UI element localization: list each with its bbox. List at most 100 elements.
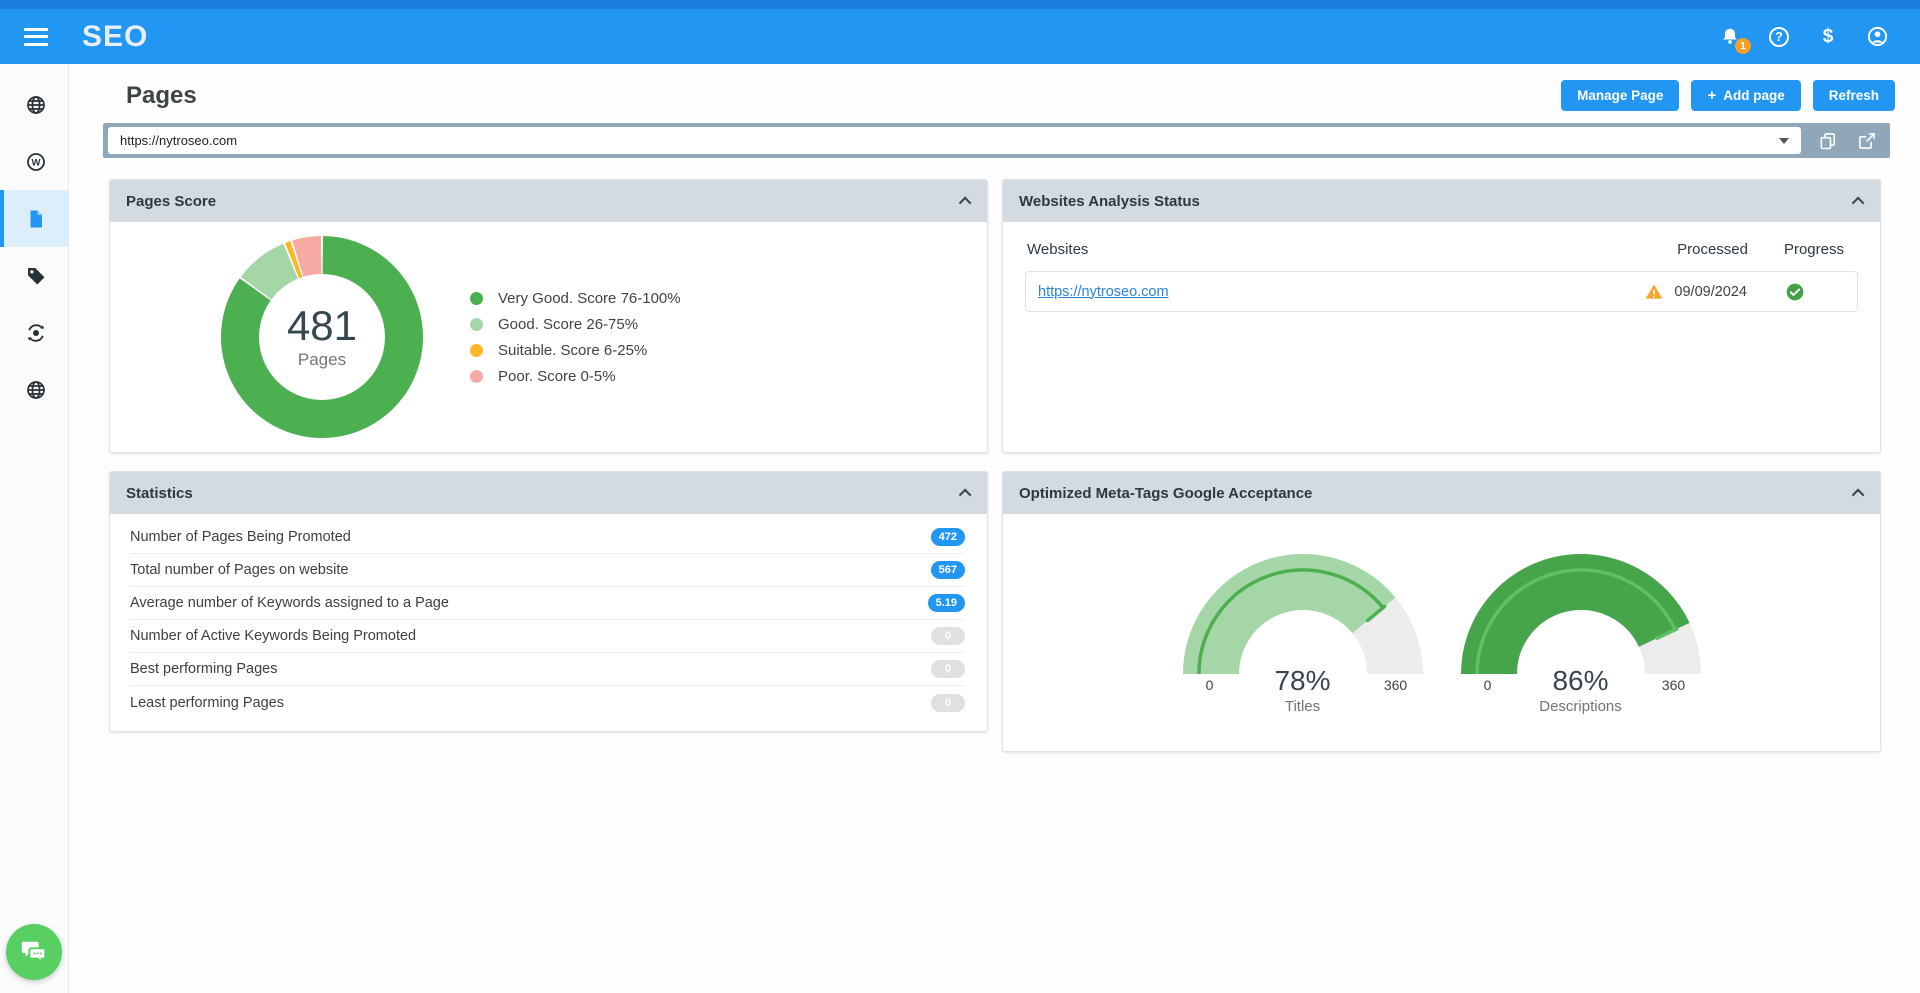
notifications-bell-icon[interactable]: 1 — [1717, 24, 1743, 50]
pages-doc-icon — [25, 208, 47, 230]
website-select-value: https://nytroseo.com — [120, 133, 1779, 148]
legend-item-good: Good. Score 26-75% — [470, 316, 681, 333]
collapse-chevron-icon[interactable] — [1852, 196, 1865, 209]
websites-status-body: Websites Processed Progress https://nytr… — [1003, 222, 1880, 452]
donut-total-label: Pages — [298, 350, 346, 370]
gauge-chart — [1173, 548, 1433, 678]
chat-fab-button[interactable] — [6, 924, 62, 980]
stat-label: Least performing Pages — [130, 695, 931, 711]
stat-label: Total number of Pages on website — [130, 562, 931, 578]
progress-complete-icon — [1785, 282, 1805, 302]
legend-item-poor: Poor. Score 0-5% — [470, 368, 681, 385]
notification-badge: 1 — [1735, 38, 1751, 54]
menu-hamburger-icon[interactable] — [24, 28, 48, 46]
statistics-body: Number of Pages Being Promoted472Total n… — [110, 514, 987, 731]
card-title: Statistics — [126, 485, 193, 502]
website-row: https://nytroseo.com 09/09/2024 — [1025, 271, 1858, 312]
legend-label: Good. Score 26-75% — [498, 316, 638, 333]
stat-row: Least performing Pages0 — [130, 686, 965, 719]
stat-row: Average number of Keywords assigned to a… — [130, 587, 965, 620]
legend-item-very-good: Very Good. Score 76-100% — [470, 290, 681, 307]
meta-tags-card: Optimized Meta-Tags Google Acceptance 07… — [1002, 471, 1881, 752]
stat-label: Average number of Keywords assigned to a… — [130, 595, 928, 611]
legend-dot — [470, 292, 483, 305]
sidebar-item-keywords[interactable] — [0, 247, 68, 304]
stat-value-badge: 5.19 — [928, 594, 965, 612]
add-page-button[interactable]: +Add page — [1691, 80, 1800, 111]
website-selector-bar: https://nytroseo.com — [103, 123, 1890, 158]
app-logo: SEO — [82, 20, 148, 54]
head-buttons: Manage Page +Add page Refresh — [1561, 80, 1895, 111]
plus-icon: + — [1707, 87, 1716, 104]
col-processed: Processed — [1616, 241, 1748, 258]
website-link[interactable]: https://nytroseo.com — [1038, 284, 1615, 300]
sidebar-item-websites[interactable] — [0, 76, 68, 133]
gauge-chart — [1451, 548, 1711, 678]
user-account-icon[interactable] — [1864, 24, 1890, 50]
sidebar-item-analysis[interactable] — [0, 304, 68, 361]
pages-score-donut: 481 Pages — [220, 235, 424, 439]
legend-label: Suitable. Score 6-25% — [498, 342, 647, 359]
collapse-chevron-icon[interactable] — [1852, 488, 1865, 501]
refresh-button[interactable]: Refresh — [1813, 80, 1895, 111]
website-select[interactable]: https://nytroseo.com — [108, 127, 1801, 154]
processed-date: 09/09/2024 — [1674, 284, 1747, 300]
legend-label: Very Good. Score 76-100% — [498, 290, 681, 307]
copy-icon[interactable] — [1817, 130, 1839, 152]
websites-status-header[interactable]: Websites Analysis Status — [1003, 180, 1880, 222]
page-title: Pages — [126, 82, 197, 110]
col-progress: Progress — [1748, 241, 1844, 258]
stat-label: Best performing Pages — [130, 661, 931, 677]
websites-table-header: Websites Processed Progress — [1025, 241, 1858, 258]
pages-score-body: 481 Pages Very Good. Score 76-100% Good. … — [110, 222, 987, 452]
chevron-down-icon — [1779, 138, 1789, 144]
globe-icon — [25, 94, 47, 116]
meta-tags-header[interactable]: Optimized Meta-Tags Google Acceptance — [1003, 472, 1880, 514]
topbar: SEO 1 ? $ — [0, 0, 1920, 64]
legend-item-suitable: Suitable. Score 6-25% — [470, 342, 681, 359]
gauge-max: 360 — [1359, 665, 1433, 693]
pages-score-card: Pages Score 481 Pages Very Good. Score 7… — [109, 179, 988, 453]
stat-label: Number of Active Keywords Being Promoted — [130, 628, 931, 644]
sidebar-item-wordpress[interactable]: W — [0, 133, 68, 190]
card-title: Pages Score — [126, 193, 216, 210]
score-legend: Very Good. Score 76-100% Good. Score 26-7… — [470, 290, 681, 385]
stat-value-badge: 567 — [931, 561, 965, 579]
legend-dot — [470, 318, 483, 331]
stat-row: Total number of Pages on website567 — [130, 554, 965, 587]
sync-icon — [25, 322, 47, 344]
gauge-min: 0 — [1173, 665, 1247, 693]
stat-row: Number of Active Keywords Being Promoted… — [130, 620, 965, 653]
legend-label: Poor. Score 0-5% — [498, 368, 616, 385]
stat-value-badge: 0 — [931, 627, 965, 645]
open-external-icon[interactable] — [1856, 130, 1878, 152]
gauge-percent: 78% — [1247, 665, 1359, 697]
topbar-icons: 1 ? $ — [1717, 24, 1890, 50]
billing-dollar-icon[interactable]: $ — [1815, 24, 1841, 50]
statistics-header[interactable]: Statistics — [110, 472, 987, 514]
manage-page-button[interactable]: Manage Page — [1561, 80, 1679, 111]
gauges-container: 078%360Titles086%360Descriptions — [1003, 514, 1880, 751]
gauge-descriptions: 086%360Descriptions — [1451, 548, 1711, 751]
legend-dot — [470, 370, 483, 383]
stat-row: Best performing Pages0 — [130, 653, 965, 686]
warning-icon — [1644, 282, 1664, 302]
sidebar-item-web[interactable] — [0, 361, 68, 418]
help-icon[interactable]: ? — [1766, 24, 1792, 50]
collapse-chevron-icon[interactable] — [959, 488, 972, 501]
gauge-min: 0 — [1451, 665, 1525, 693]
gauge-label: Titles — [1173, 698, 1433, 715]
websites-status-card: Websites Analysis Status Websites Proces… — [1002, 179, 1881, 453]
stat-value-badge: 0 — [931, 694, 965, 712]
sidebar-item-pages[interactable] — [0, 190, 68, 247]
collapse-chevron-icon[interactable] — [959, 196, 972, 209]
gauge-label: Descriptions — [1451, 698, 1711, 715]
w-circle-icon: W — [25, 151, 47, 173]
gauge-percent: 86% — [1525, 665, 1637, 697]
card-title: Websites Analysis Status — [1019, 193, 1200, 210]
sidebar: W — [0, 64, 69, 993]
tag-icon — [25, 265, 47, 287]
page-head: Pages Manage Page +Add page Refresh — [69, 64, 1920, 121]
pages-score-header[interactable]: Pages Score — [110, 180, 987, 222]
stat-label: Number of Pages Being Promoted — [130, 529, 931, 545]
